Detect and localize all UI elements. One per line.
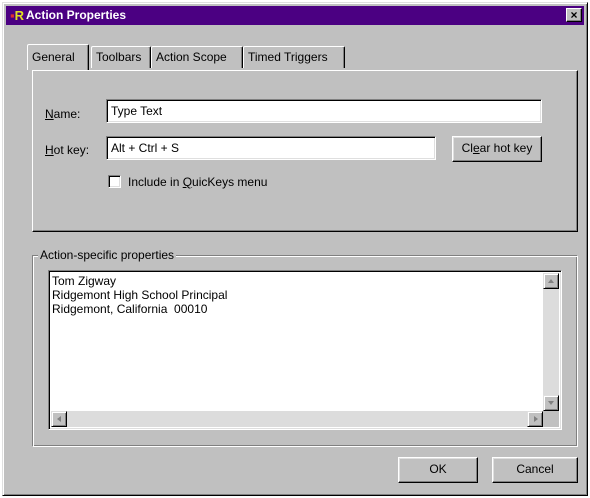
include-quickeys-checkbox[interactable] xyxy=(108,175,121,188)
hotkey-input[interactable]: Alt + Ctrl + S xyxy=(106,136,436,160)
arrow-up-icon xyxy=(548,279,554,283)
clear-hotkey-button[interactable]: Clear hot key xyxy=(452,136,542,162)
app-logo-icon: ▪R xyxy=(10,8,24,23)
scroll-down-button[interactable] xyxy=(543,395,559,411)
arrow-down-icon xyxy=(548,401,554,405)
action-specific-legend: Action-specific properties xyxy=(38,248,177,262)
action-properties-text[interactable]: Tom Zigway Ridgemont High School Princip… xyxy=(52,274,227,316)
scroll-right-button[interactable] xyxy=(527,411,543,427)
action-properties-dialog: ▪R Action Properties × General Toolbars … xyxy=(2,2,588,496)
arrow-right-icon xyxy=(534,416,538,422)
name-label: Name: xyxy=(45,107,81,121)
cancel-button[interactable]: Cancel xyxy=(492,457,578,483)
window-title: Action Properties xyxy=(26,8,127,22)
tab-toolbars[interactable]: Toolbars xyxy=(91,46,151,68)
tab-timed-triggers[interactable]: Timed Triggers xyxy=(243,46,345,68)
include-quickeys-label[interactable]: Include in QuicKeys menu xyxy=(128,175,267,189)
hotkey-label: Hot key: xyxy=(45,143,90,157)
scroll-corner xyxy=(543,411,559,427)
tab-action-scope[interactable]: Action Scope xyxy=(151,46,243,68)
ok-button[interactable]: OK xyxy=(398,457,478,483)
horizontal-scrollbar[interactable] xyxy=(51,411,543,427)
arrow-left-icon xyxy=(57,416,61,422)
close-button[interactable]: × xyxy=(566,8,582,22)
scroll-up-button[interactable] xyxy=(543,273,559,289)
action-properties-textarea[interactable]: Tom Zigway Ridgemont High School Princip… xyxy=(48,270,562,430)
name-input[interactable]: Type Text xyxy=(106,99,542,123)
vertical-scrollbar[interactable] xyxy=(543,273,559,411)
tab-general[interactable]: General xyxy=(27,44,89,70)
scroll-left-button[interactable] xyxy=(51,411,67,427)
title-bar[interactable]: ▪R Action Properties × xyxy=(6,6,584,25)
